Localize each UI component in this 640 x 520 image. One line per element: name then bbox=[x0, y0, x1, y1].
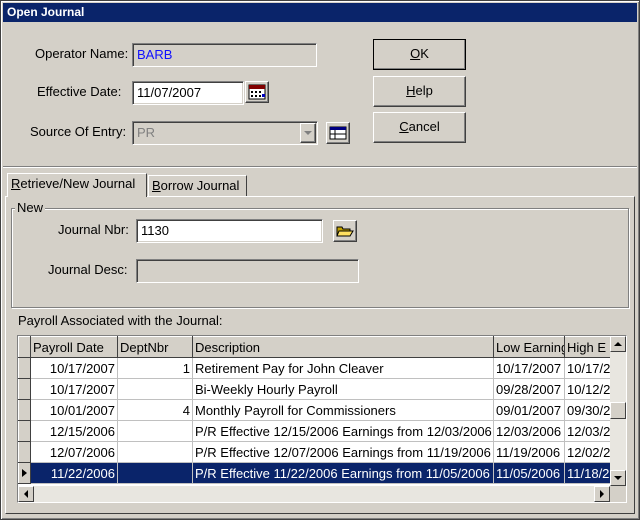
scroll-down-button[interactable] bbox=[610, 470, 626, 486]
tab-borrow-journal[interactable]: Borrow Journal bbox=[148, 175, 247, 197]
high-earnings-cell: 10/12/2 bbox=[564, 378, 613, 400]
payroll-date-cell: 11/22/2006 bbox=[30, 462, 118, 484]
row-indicator bbox=[18, 357, 31, 379]
column-header-description[interactable]: Description bbox=[192, 336, 494, 358]
chevron-down-icon bbox=[304, 131, 312, 135]
source-of-entry-label: Source Of Entry: bbox=[30, 124, 127, 139]
payroll-date-cell: 10/01/2007 bbox=[30, 399, 118, 421]
tab-retrieve-new-journal[interactable]: Retrieve/New Journal bbox=[7, 173, 147, 197]
column-header-payroll-date[interactable]: Payroll Date bbox=[30, 336, 118, 358]
arrow-up-icon bbox=[614, 342, 622, 346]
calendar-icon bbox=[248, 84, 266, 100]
payroll-table: Payroll Date DeptNbr Description Low Ear… bbox=[18, 336, 613, 484]
row-indicator bbox=[18, 441, 31, 463]
scroll-left-button[interactable] bbox=[18, 486, 34, 502]
calendar-button[interactable] bbox=[245, 81, 269, 103]
dept-nbr-cell bbox=[117, 462, 193, 484]
arrow-left-icon bbox=[24, 490, 28, 498]
row-indicator bbox=[18, 399, 31, 421]
low-earnings-cell: 09/28/2007 bbox=[493, 378, 565, 400]
dept-nbr-cell: 1 bbox=[117, 357, 193, 379]
arrow-right-icon bbox=[600, 490, 604, 498]
journal-nbr-label: Journal Nbr: bbox=[58, 222, 129, 237]
payroll-date-cell: 12/15/2006 bbox=[30, 420, 118, 442]
high-earnings-cell: 12/02/2 bbox=[564, 441, 613, 463]
scrollbar-corner bbox=[610, 486, 626, 502]
low-earnings-cell: 11/19/2006 bbox=[493, 441, 565, 463]
table-row[interactable]: 12/15/2006 P/R Effective 12/15/2006 Earn… bbox=[18, 420, 613, 442]
lookup-table-icon bbox=[329, 126, 347, 140]
scroll-right-button[interactable] bbox=[594, 486, 610, 502]
row-indicator-header bbox=[18, 336, 31, 358]
open-journal-window: Open Journal Operator Name: BARB Effecti… bbox=[0, 0, 640, 520]
payroll-date-cell: 10/17/2007 bbox=[30, 378, 118, 400]
high-earnings-cell: 11/18/2 bbox=[564, 462, 613, 484]
high-earnings-cell: 12/03/2 bbox=[564, 420, 613, 442]
arrow-down-icon bbox=[614, 476, 622, 480]
title-bar: Open Journal bbox=[3, 3, 637, 22]
new-group-legend: New bbox=[15, 200, 46, 215]
description-cell: Bi-Weekly Hourly Payroll bbox=[192, 378, 494, 400]
description-cell: Retirement Pay for John Cleaver bbox=[192, 357, 494, 379]
source-lookup-button[interactable] bbox=[326, 122, 350, 144]
dept-nbr-cell bbox=[117, 420, 193, 442]
payroll-grid: Payroll Date DeptNbr Description Low Ear… bbox=[17, 335, 627, 503]
horizontal-scrollbar[interactable] bbox=[18, 486, 610, 502]
low-earnings-cell: 10/17/2007 bbox=[493, 357, 565, 379]
operator-name-field: BARB bbox=[132, 43, 317, 67]
high-earnings-cell: 10/17/2 bbox=[564, 357, 613, 379]
help-button[interactable]: Help bbox=[373, 76, 466, 107]
row-indicator-current bbox=[18, 462, 31, 484]
dept-nbr-cell bbox=[117, 441, 193, 463]
current-row-arrow-icon bbox=[22, 468, 27, 477]
description-cell: P/R Effective 12/15/2006 Earnings from 1… bbox=[192, 420, 494, 442]
effective-date-label: Effective Date: bbox=[37, 84, 122, 99]
column-header-high-earnings[interactable]: High E bbox=[564, 336, 613, 358]
journal-desc-field bbox=[136, 259, 359, 283]
source-of-entry-select[interactable]: PR bbox=[132, 121, 318, 145]
column-header-dept-nbr[interactable]: DeptNbr bbox=[117, 336, 193, 358]
effective-date-input[interactable]: 11/07/2007 bbox=[132, 81, 244, 105]
vertical-scrollbar[interactable] bbox=[610, 336, 626, 486]
description-cell: P/R Effective 12/07/2006 Earnings from 1… bbox=[192, 441, 494, 463]
description-cell: P/R Effective 11/22/2006 Earnings from 1… bbox=[192, 462, 494, 484]
separator bbox=[3, 166, 637, 168]
journal-desc-label: Journal Desc: bbox=[48, 262, 128, 277]
payroll-label: Payroll Associated with the Journal: bbox=[18, 313, 223, 328]
column-header-low-earnings[interactable]: Low Earnings bbox=[493, 336, 565, 358]
low-earnings-cell: 09/01/2007 bbox=[493, 399, 565, 421]
row-indicator bbox=[18, 378, 31, 400]
window-title: Open Journal bbox=[7, 5, 85, 19]
payroll-date-cell: 12/07/2006 bbox=[30, 441, 118, 463]
description-cell: Monthly Payroll for Commissioners bbox=[192, 399, 494, 421]
ok-button[interactable]: OK bbox=[373, 39, 466, 70]
dept-nbr-cell: 4 bbox=[117, 399, 193, 421]
high-earnings-cell: 09/30/2 bbox=[564, 399, 613, 421]
table-row-selected[interactable]: 11/22/2006 P/R Effective 11/22/2006 Earn… bbox=[18, 462, 613, 484]
open-journal-folder-button[interactable] bbox=[333, 220, 357, 242]
payroll-header-row: Payroll Date DeptNbr Description Low Ear… bbox=[18, 336, 613, 358]
table-row[interactable]: 10/17/2007 Bi-Weekly Hourly Payroll 09/2… bbox=[18, 378, 613, 400]
low-earnings-cell: 11/05/2006 bbox=[493, 462, 565, 484]
vertical-scroll-thumb[interactable] bbox=[610, 402, 626, 419]
table-row[interactable]: 10/17/2007 1 Retirement Pay for John Cle… bbox=[18, 357, 613, 379]
folder-open-icon bbox=[336, 226, 354, 237]
source-dropdown-button[interactable] bbox=[300, 123, 316, 143]
journal-nbr-input[interactable]: 1130 bbox=[136, 219, 323, 243]
table-row[interactable]: 10/01/2007 4 Monthly Payroll for Commiss… bbox=[18, 399, 613, 421]
table-row[interactable]: 12/07/2006 P/R Effective 12/07/2006 Earn… bbox=[18, 441, 613, 463]
operator-name-label: Operator Name: bbox=[35, 46, 129, 61]
low-earnings-cell: 12/03/2006 bbox=[493, 420, 565, 442]
payroll-date-cell: 10/17/2007 bbox=[30, 357, 118, 379]
scroll-up-button[interactable] bbox=[610, 336, 626, 352]
cancel-button[interactable]: Cancel bbox=[373, 112, 466, 143]
row-indicator bbox=[18, 420, 31, 442]
dept-nbr-cell bbox=[117, 378, 193, 400]
